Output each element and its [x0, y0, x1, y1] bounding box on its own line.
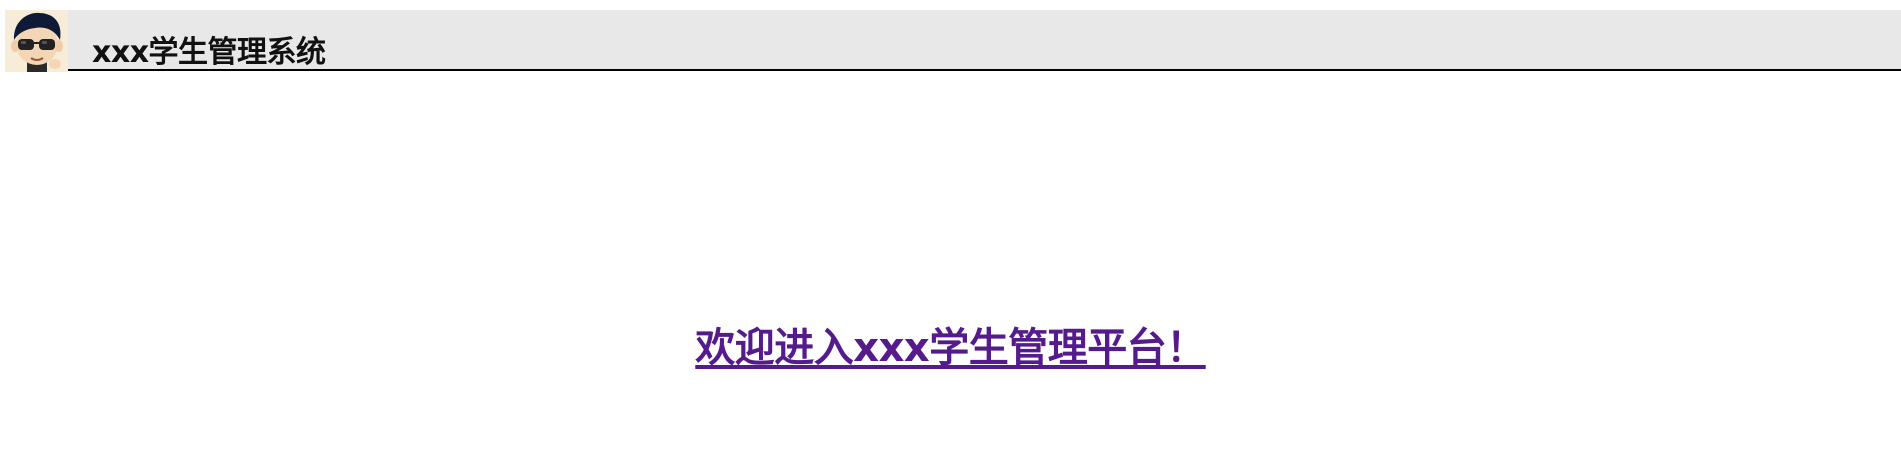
avatar-icon — [5, 10, 68, 72]
welcome-link[interactable]: 欢迎进入xxx学生管理平台！ — [695, 328, 1206, 368]
header-bar: xxx学生管理系统 — [5, 10, 1901, 72]
app-title: xxx学生管理系统 — [92, 35, 326, 70]
welcome-section: 欢迎进入xxx学生管理平台！ — [0, 328, 1901, 368]
